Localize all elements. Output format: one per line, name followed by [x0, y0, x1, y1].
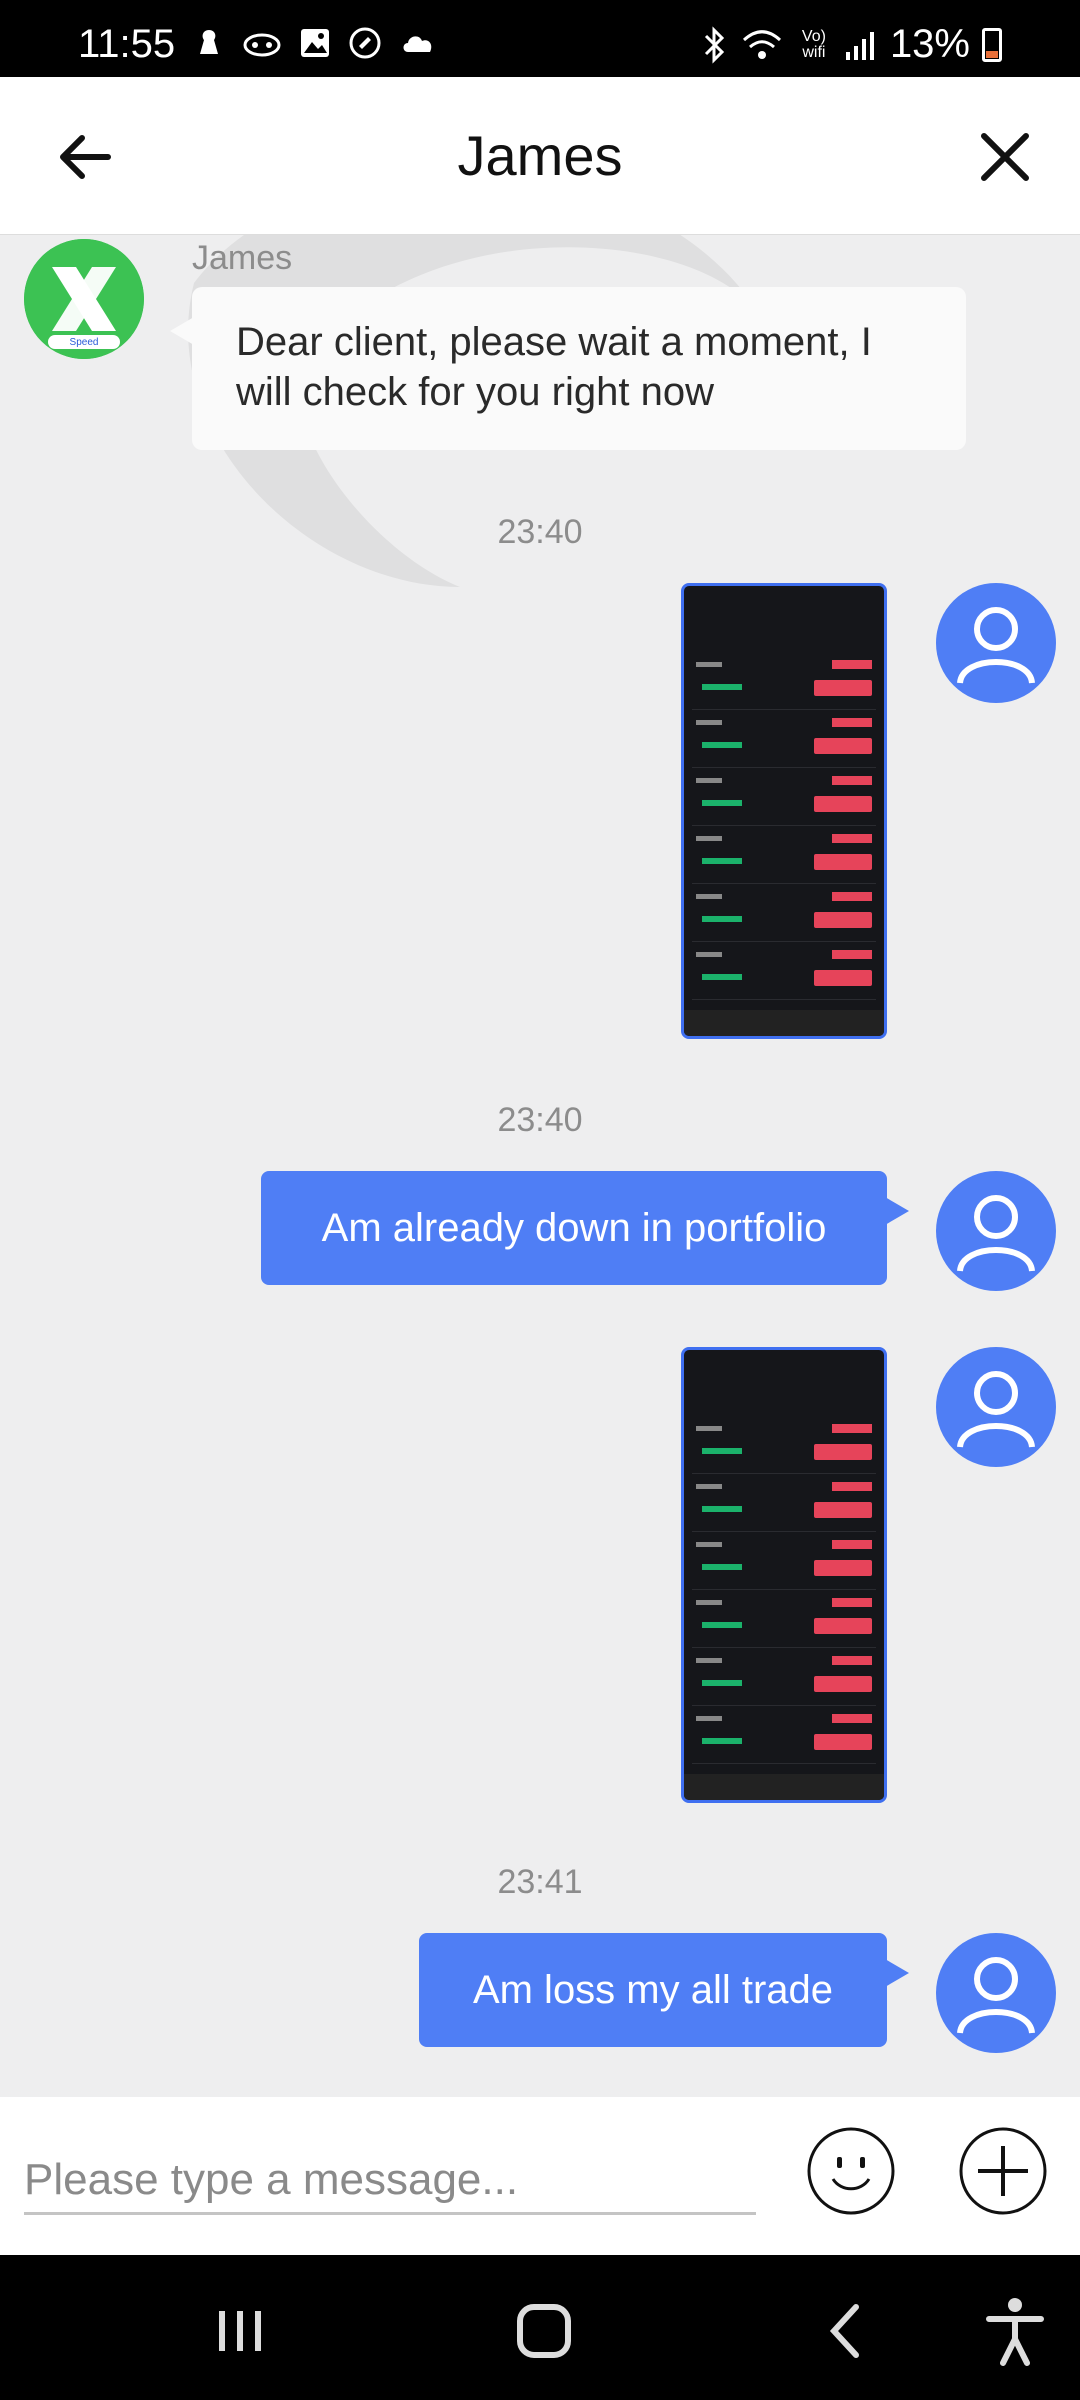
plus-icon[interactable]: [958, 2126, 1048, 2216]
status-time: 11:55: [78, 22, 176, 66]
notification-icon: [200, 30, 218, 54]
system-nav-bar: [0, 2255, 1080, 2400]
chat-header: James: [0, 77, 1080, 235]
battery-percent: 13%: [889, 22, 970, 66]
chat-area[interactable]: Speed James Dear client, please wait a m…: [0, 235, 1080, 2097]
recent-apps-icon[interactable]: [200, 2291, 280, 2371]
image-message[interactable]: [681, 1347, 887, 1803]
user-icon: [957, 1957, 1035, 2034]
timestamp: 23:40: [497, 1101, 583, 1139]
wifi-icon: [742, 29, 781, 59]
user-message-bubble: Am loss my all trade: [419, 1933, 909, 2047]
avatar-badge: Speed: [69, 337, 99, 348]
message-composer: [0, 2097, 1080, 2255]
timestamp: 23:41: [497, 1863, 583, 1901]
bluetooth-icon: [704, 25, 725, 64]
user-avatar[interactable]: [936, 1171, 1056, 1291]
agent-avatar[interactable]: Speed: [24, 239, 144, 359]
signal-icon: [845, 31, 874, 60]
battery-icon: [982, 27, 1002, 62]
user-icon: [957, 607, 1035, 684]
game-icon: [243, 33, 281, 57]
user-icon: [957, 1371, 1035, 1448]
back-icon[interactable]: [806, 2291, 886, 2371]
message-input[interactable]: [24, 2147, 756, 2215]
image-message[interactable]: [681, 583, 887, 1039]
timestamp: 23:40: [497, 513, 583, 551]
status-bar: 11:55 Vo) wifi 13%: [0, 0, 1080, 77]
user-avatar[interactable]: [936, 583, 1056, 703]
status-icons-right: Vo) wifi 13%: [700, 22, 1002, 67]
call-icon: [349, 27, 381, 59]
agent-name: James: [192, 239, 293, 277]
smiley-icon[interactable]: [806, 2126, 896, 2216]
user-icon: [957, 1195, 1035, 1272]
close-icon[interactable]: [970, 122, 1040, 192]
user-avatar[interactable]: [936, 1347, 1056, 1467]
home-icon[interactable]: [504, 2291, 584, 2371]
volte-label: Vo) wifi: [801, 27, 826, 61]
user-avatar[interactable]: [936, 1933, 1056, 2053]
user-message-bubble: Am already down in portfolio: [261, 1171, 909, 1285]
accessibility-icon[interactable]: [975, 2291, 1055, 2371]
agent-message-bubble: Dear client, please wait a moment, I wil…: [170, 287, 966, 450]
cloud-icon: [403, 36, 432, 52]
status-icons-left: [192, 26, 438, 60]
image-icon: [301, 29, 329, 57]
page-title: James: [457, 124, 623, 187]
